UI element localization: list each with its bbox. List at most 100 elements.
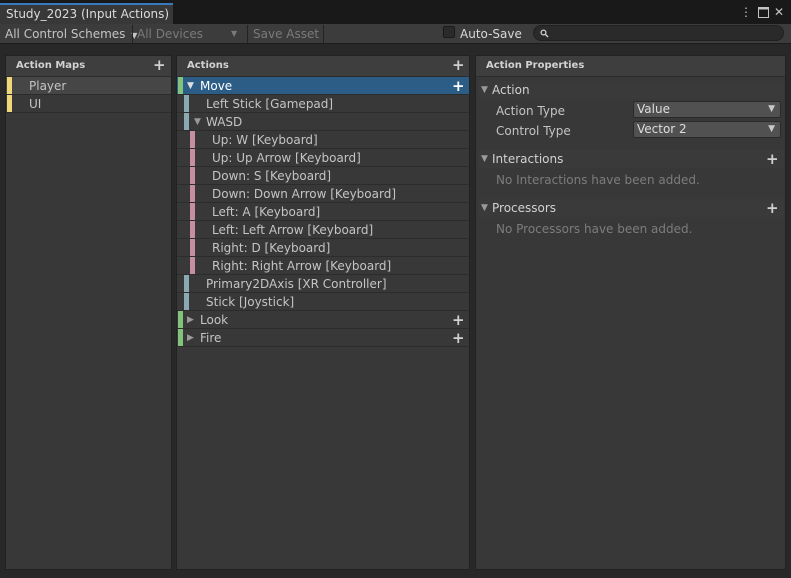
actions-panel: Actions + ▼ Move + Left Stick [Gamepad] … [176, 55, 470, 570]
actions-header: Actions [177, 56, 469, 77]
add-binding-icon[interactable]: + [452, 79, 465, 94]
action-color-bar [178, 77, 183, 94]
action-map-label: UI [29, 97, 42, 111]
add-action-icon[interactable]: + [452, 58, 465, 73]
part-color-bar [190, 221, 195, 238]
part-color-bar [190, 257, 195, 274]
auto-save-label: Auto-Save [460, 27, 522, 41]
binding-label: Left Stick [Gamepad] [206, 97, 334, 111]
control-scheme-label: All Control Schemes [5, 27, 126, 41]
processors-section-header[interactable]: ▼ Processors + [479, 199, 784, 217]
add-processor-icon[interactable]: + [766, 201, 779, 216]
binding-row[interactable]: Left Stick [Gamepad] [177, 95, 469, 113]
action-label: Look [200, 313, 229, 327]
part-binding-row[interactable]: Right: Right Arrow [Keyboard] [177, 257, 469, 275]
kebab-menu-icon[interactable]: ⋮ [739, 1, 753, 23]
part-color-bar [190, 149, 195, 166]
save-asset-button[interactable]: Save Asset [253, 24, 319, 44]
chevron-down-icon: ▼ [768, 124, 775, 134]
binding-row[interactable]: Stick [Joystick] [177, 293, 469, 311]
toolbar-divider [247, 25, 248, 43]
part-binding-row[interactable]: Down: S [Keyboard] [177, 167, 469, 185]
interactions-section-title: Interactions [492, 152, 564, 166]
control-type-value: Vector 2 [637, 122, 687, 136]
binding-color-bar [184, 95, 189, 112]
maximize-icon[interactable] [756, 1, 770, 25]
chevron-down-icon: ▼ [231, 29, 238, 38]
action-map-item-player[interactable]: Player [6, 77, 171, 95]
part-color-bar [190, 203, 195, 220]
action-label: Fire [200, 331, 222, 345]
part-label: Left: Left Arrow [Keyboard] [212, 223, 374, 237]
control-type-dropdown[interactable]: Vector 2 ▼ [633, 121, 781, 138]
composite-row-wasd[interactable]: ▼ WASD [177, 113, 469, 131]
part-color-bar [190, 239, 195, 256]
binding-color-bar [184, 113, 189, 130]
part-binding-row[interactable]: Left: A [Keyboard] [177, 203, 469, 221]
action-section-header[interactable]: ▼ Action [479, 81, 784, 99]
add-action-map-icon[interactable]: + [153, 58, 166, 73]
expand-triangle-icon[interactable]: ▼ [187, 77, 194, 95]
binding-label: Stick [Joystick] [206, 295, 295, 309]
action-type-label: Action Type [496, 104, 565, 118]
action-color-bar [178, 329, 183, 346]
binding-row[interactable]: Primary2DAxis [XR Controller] [177, 275, 469, 293]
action-label: Move [200, 79, 233, 93]
part-binding-row[interactable]: Left: Left Arrow [Keyboard] [177, 221, 469, 239]
part-label: Right: D [Keyboard] [212, 241, 331, 255]
action-map-label: Player [29, 79, 67, 93]
interactions-empty-text: No Interactions have been added. [496, 173, 700, 187]
close-icon[interactable]: ✕ [772, 1, 786, 23]
part-binding-row[interactable]: Up: Up Arrow [Keyboard] [177, 149, 469, 167]
action-row-fire[interactable]: ▶ Fire + [177, 329, 469, 347]
toolbar-divider [132, 25, 133, 43]
window-tab[interactable]: Study_2023 (Input Actions) [0, 3, 173, 25]
part-binding-row[interactable]: Right: D [Keyboard] [177, 239, 469, 257]
devices-dropdown[interactable]: All Devices ▼ [137, 24, 243, 44]
action-map-item-ui[interactable]: UI [6, 95, 171, 113]
map-color-bar [7, 95, 12, 112]
part-label: Right: Right Arrow [Keyboard] [212, 259, 392, 273]
search-input[interactable] [533, 25, 784, 41]
expand-triangle-icon[interactable]: ▶ [187, 329, 194, 347]
action-maps-title: Action Maps [16, 60, 86, 71]
auto-save-checkbox[interactable] [443, 26, 455, 38]
part-color-bar [190, 131, 195, 148]
composite-label: WASD [206, 115, 243, 129]
add-binding-icon[interactable]: + [452, 313, 465, 328]
part-label: Down: Down Arrow [Keyboard] [212, 187, 397, 201]
part-binding-row[interactable]: Up: W [Keyboard] [177, 131, 469, 149]
action-maps-header: Action Maps [6, 56, 171, 77]
processors-empty-text: No Processors have been added. [496, 222, 693, 236]
search-icon [540, 29, 549, 38]
part-binding-row[interactable]: Down: Down Arrow [Keyboard] [177, 185, 469, 203]
part-label: Left: A [Keyboard] [212, 205, 321, 219]
properties-title: Action Properties [486, 60, 585, 71]
action-color-bar [178, 311, 183, 328]
interactions-section-header[interactable]: ▼ Interactions + [479, 150, 784, 168]
action-maps-panel: Action Maps + Player UI [5, 55, 172, 570]
chevron-down-icon: ▼ [768, 104, 775, 114]
action-section-title: Action [492, 83, 530, 97]
expand-triangle-icon: ▼ [481, 154, 488, 164]
actions-title: Actions [187, 60, 229, 71]
action-type-value: Value [637, 102, 670, 116]
expand-triangle-icon[interactable]: ▶ [187, 311, 194, 329]
devices-label: All Devices [137, 27, 203, 41]
control-scheme-dropdown[interactable]: All Control Schemes ▼ [5, 24, 137, 44]
expand-triangle-icon[interactable]: ▼ [194, 113, 201, 131]
action-row-look[interactable]: ▶ Look + [177, 311, 469, 329]
part-label: Down: S [Keyboard] [212, 169, 332, 183]
properties-header: Action Properties [476, 56, 785, 77]
binding-color-bar [184, 275, 189, 292]
part-label: Up: Up Arrow [Keyboard] [212, 151, 361, 165]
tab-bar: Study_2023 (Input Actions) ⋮ ✕ [0, 0, 791, 25]
action-row-move[interactable]: ▼ Move + [177, 77, 469, 95]
control-type-label: Control Type [496, 124, 571, 138]
add-interaction-icon[interactable]: + [766, 152, 779, 167]
action-type-dropdown[interactable]: Value ▼ [633, 101, 781, 118]
add-binding-icon[interactable]: + [452, 331, 465, 346]
action-properties-panel: Action Properties ▼ Action Action Type V… [475, 55, 786, 570]
part-color-bar [190, 167, 195, 184]
processors-section-title: Processors [492, 201, 557, 215]
